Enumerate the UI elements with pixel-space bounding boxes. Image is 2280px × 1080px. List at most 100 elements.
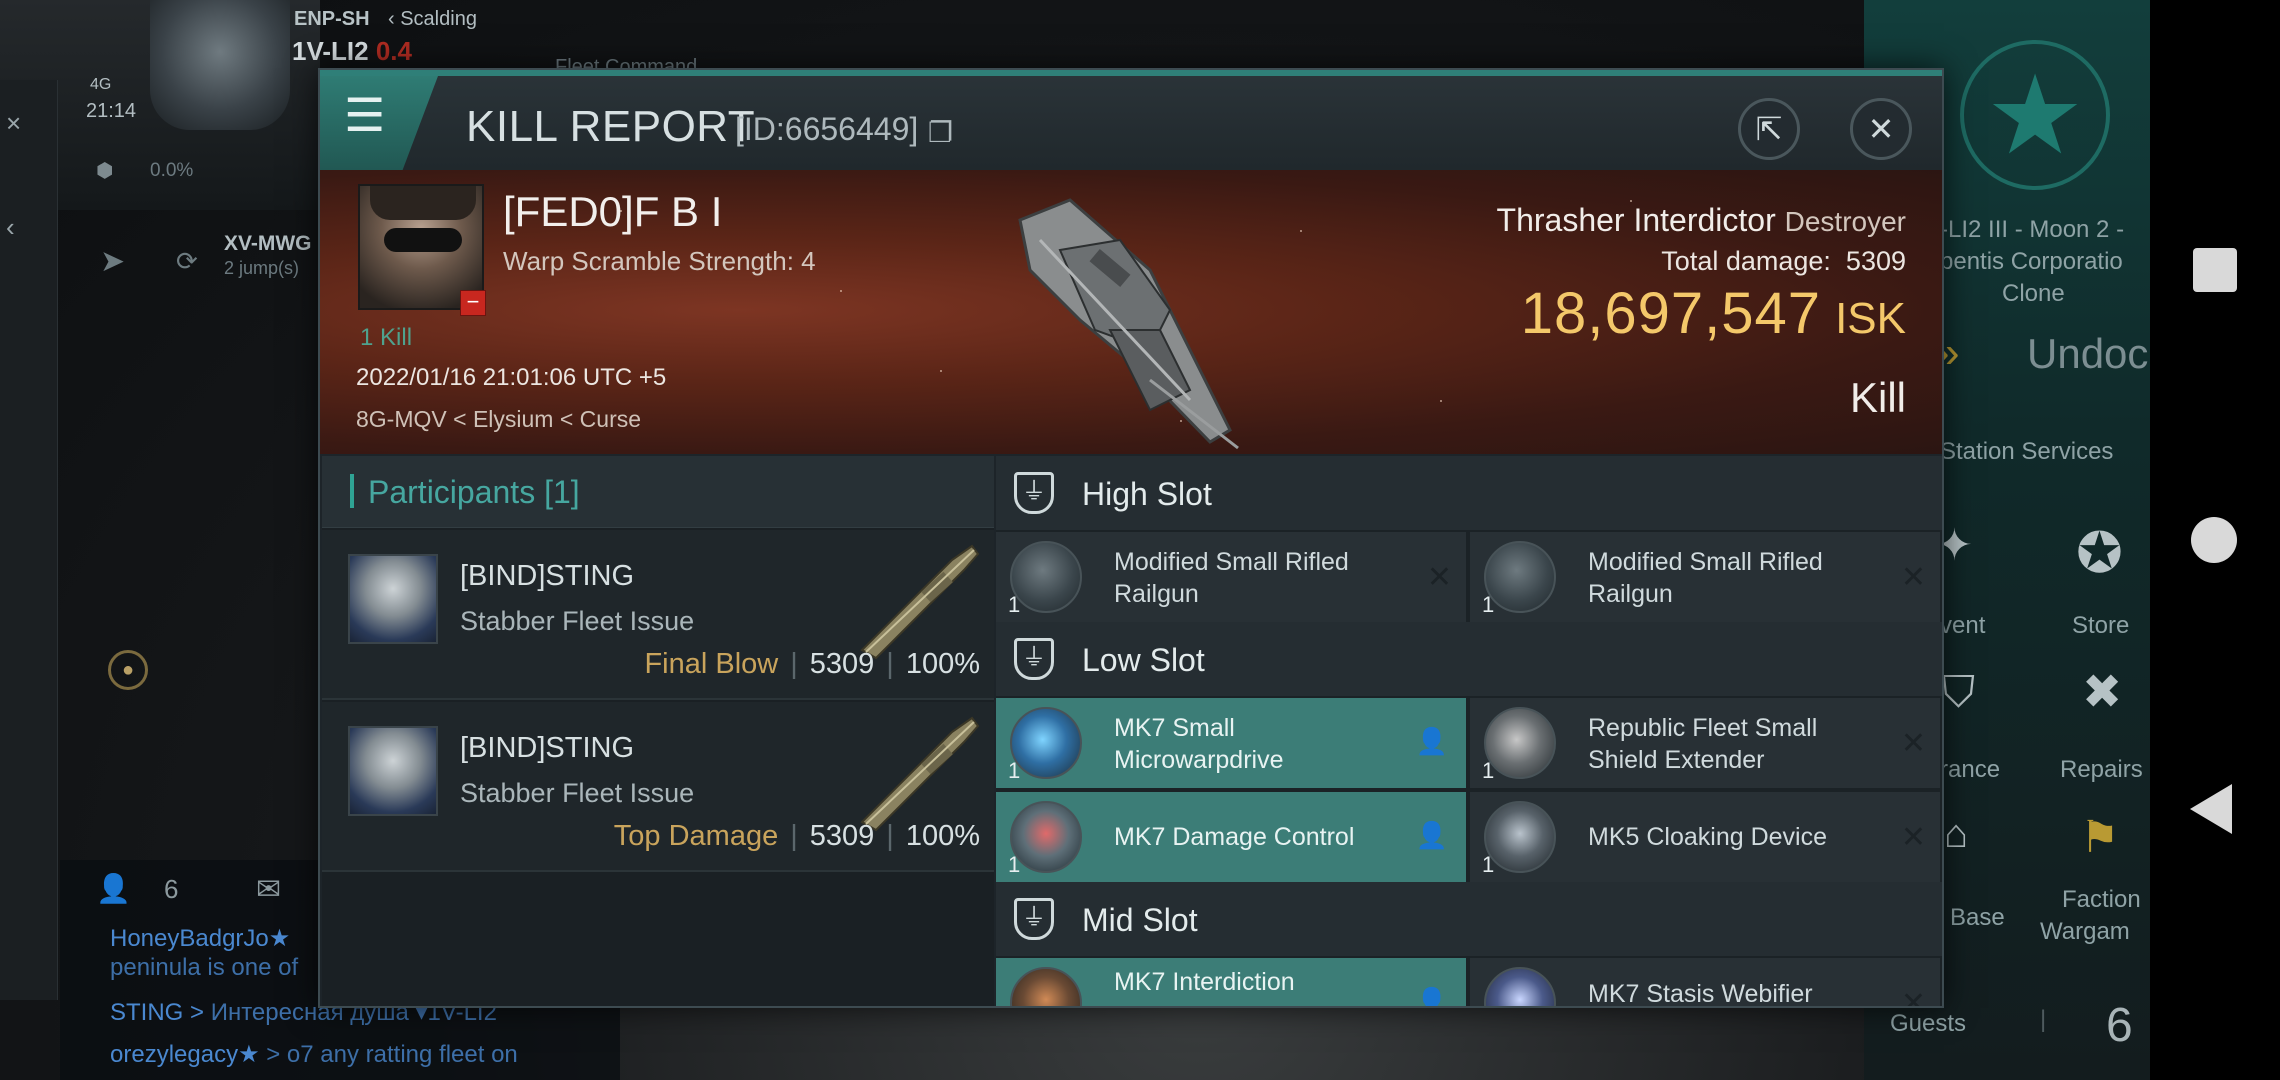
insurance-icon[interactable]: ⛉ <box>1942 668 1975 718</box>
service-base[interactable]: Base <box>1950 904 2005 932</box>
guests-count: 6 <box>2106 999 2133 1052</box>
autopilot-icon[interactable]: ➤ <box>100 244 125 279</box>
participants-header[interactable]: Participants [1] <box>322 456 994 528</box>
module-item[interactable]: 1 MK7 Interdiction 👤 <box>996 958 1466 1008</box>
weapon-icon <box>860 716 980 832</box>
target-icon[interactable]: ● <box>108 650 148 690</box>
module-item[interactable]: 1 Republic Fleet Small Shield Extender ✕ <box>1470 698 1940 788</box>
shield-slot-icon: ⏚ <box>1014 898 1054 940</box>
cargo-icon[interactable]: ⬢ <box>96 158 113 183</box>
chat-message[interactable]: peninula is one of <box>110 954 298 982</box>
participants-panel: Participants [1] [BIND]STING Stabber Fle… <box>322 456 994 1006</box>
module-item[interactable]: 1 Modified Small Rifled Railgun ✕ <box>996 532 1466 622</box>
network-indicator: 4G <box>90 76 112 93</box>
service-store[interactable]: Store <box>2072 612 2129 640</box>
module-name: Modified Small Rifled Railgun <box>1588 548 1823 608</box>
victim-detail: Warp Scramble Strength: 4 <box>503 246 816 276</box>
module-quantity: 1 <box>1008 852 1021 877</box>
ship-name[interactable]: Thrasher Interdictor <box>1497 202 1776 238</box>
participant-name[interactable]: [BIND]STING <box>460 732 634 765</box>
chat-message[interactable]: HoneyBadgrJo★ <box>110 924 290 953</box>
wrench-icon[interactable]: ✖ <box>2082 664 2122 720</box>
service-wargame[interactable]: Wargam <box>2040 918 2130 946</box>
guests-label: Guests <box>1890 1010 1967 1037</box>
participant-portrait[interactable] <box>348 554 438 644</box>
victim-name[interactable]: [FED0]F B I <box>503 188 722 236</box>
dropped-person-icon: 👤 <box>1415 986 1448 1008</box>
total-damage-line: Total damage: 5309 <box>1661 246 1906 277</box>
module-name: MK7 Damage Control <box>1114 823 1355 851</box>
participant-percent: 100% <box>905 820 980 852</box>
service-insurance[interactable]: rance <box>1940 756 2000 784</box>
kill-location[interactable]: 8G-MQV < Elysium < Curse <box>356 406 641 433</box>
module-name: MK7 Interdiction <box>1114 968 1295 996</box>
kill-datetime: 2022/01/16 21:01:06 UTC +5 <box>356 364 667 391</box>
close-button[interactable]: ✕ <box>1850 98 1912 160</box>
fitting-panel: ⏚ High Slot 1 Modified Small Rifled Rail… <box>996 456 1942 1008</box>
undock-button[interactable]: Undoc <box>2027 330 2148 378</box>
recents-button[interactable] <box>2193 248 2237 292</box>
kill-report-title-bar: ☰ KILL REPORT [ID:6656449] ❐ ⇱ ✕ <box>320 70 1942 170</box>
base-icon[interactable]: ⌂ <box>1944 812 1968 857</box>
high-slot-header: ⏚ High Slot <box>996 456 1942 530</box>
module-item[interactable]: 1 MK5 Cloaking Device ✕ <box>1470 792 1940 882</box>
mail-icon[interactable]: ✉ <box>256 872 281 907</box>
station-name-line3: Clone <box>2002 280 2065 307</box>
faction-flag-icon[interactable]: ⚑ <box>2080 812 2119 863</box>
service-faction[interactable]: Faction <box>2062 886 2141 914</box>
share-button[interactable]: ⇱ <box>1738 98 1800 160</box>
high-slot-title: High Slot <box>1082 476 1212 512</box>
close-side-icon[interactable]: × <box>6 108 21 139</box>
interdiction-icon <box>1010 967 1082 1006</box>
ship-name-line: Thrasher Interdictor Destroyer <box>1497 202 1906 239</box>
current-system[interactable]: 1V-LI2 0.4 <box>292 36 412 67</box>
kill-id: [ID:6656449] <box>735 111 919 147</box>
cloaking-device-icon <box>1484 801 1556 873</box>
shield-extender-icon <box>1484 707 1556 779</box>
module-quantity: 1 <box>1008 758 1021 783</box>
module-item[interactable]: 1 MK7 Stasis Webifier ✕ <box>1470 958 1940 1006</box>
service-event[interactable]: vent <box>1940 612 1985 640</box>
participant-ship: Stabber Fleet Issue <box>460 778 695 808</box>
back-button[interactable] <box>2190 784 2232 834</box>
ship-class: Destroyer <box>1784 206 1906 237</box>
railgun-icon <box>1010 541 1082 613</box>
low-slot-header: ⏚ Low Slot <box>996 622 1942 696</box>
chat-message[interactable]: orezylegacy★ > o7 any ratting fleet on <box>110 1040 518 1069</box>
microwarpdrive-icon <box>1010 707 1082 779</box>
members-icon[interactable]: 👤 <box>96 872 131 905</box>
participant-stats: Final Blow | 5309 | 100% <box>644 648 980 680</box>
station-name-line2: pentis Corporatio <box>1940 248 2123 275</box>
module-item[interactable]: 1 MK7 Small Microwarpdrive 👤 <box>996 698 1466 788</box>
route-icon[interactable]: ⟳ <box>176 246 198 277</box>
hamburger-icon: ☰ <box>344 89 386 141</box>
participants-title: Participants [1] <box>368 474 580 510</box>
module-item[interactable]: 1 Modified Small Rifled Railgun ✕ <box>1470 532 1940 622</box>
railgun-icon <box>1484 541 1556 613</box>
route-system[interactable]: XV-MWG <box>224 232 312 256</box>
participant-row[interactable]: [BIND]STING Stabber Fleet Issue Final Bl… <box>322 530 994 700</box>
isk-value-line: 18,697,547 ISK <box>1521 280 1906 347</box>
module-name: Republic Fleet Small Shield Extender <box>1588 714 1818 774</box>
service-repairs[interactable]: Repairs <box>2060 756 2143 784</box>
module-quantity: 1 <box>1008 592 1021 617</box>
module-item[interactable]: 1 MK7 Damage Control 👤 <box>996 792 1466 882</box>
participant-name[interactable]: [BIND]STING <box>460 560 634 593</box>
window-title: KILL REPORT <box>466 102 756 151</box>
kill-result: Kill <box>1849 374 1906 421</box>
participant-row[interactable]: [BIND]STING Stabber Fleet Issue Top Dama… <box>322 702 994 872</box>
home-button[interactable] <box>2191 517 2237 563</box>
chevron-left-icon[interactable]: ‹ <box>6 212 15 243</box>
participant-ship: Stabber Fleet Issue <box>460 606 695 636</box>
isk-unit: ISK <box>1835 294 1906 343</box>
station-name-line1: -LI2 III - Moon 2 - <box>1940 216 2125 243</box>
character-portrait[interactable] <box>150 0 290 130</box>
menu-button[interactable]: ☰ <box>320 76 438 170</box>
store-icon[interactable]: ✪ <box>2076 520 2123 586</box>
guests-divider: | <box>2040 1006 2047 1033</box>
back-link[interactable]: ‹ Scalding <box>388 8 477 31</box>
faction-star-icon: ★ <box>1960 40 2110 190</box>
copy-icon[interactable]: ❐ <box>928 116 953 149</box>
module-quantity: 1 <box>1482 852 1495 877</box>
participant-portrait[interactable] <box>348 726 438 816</box>
